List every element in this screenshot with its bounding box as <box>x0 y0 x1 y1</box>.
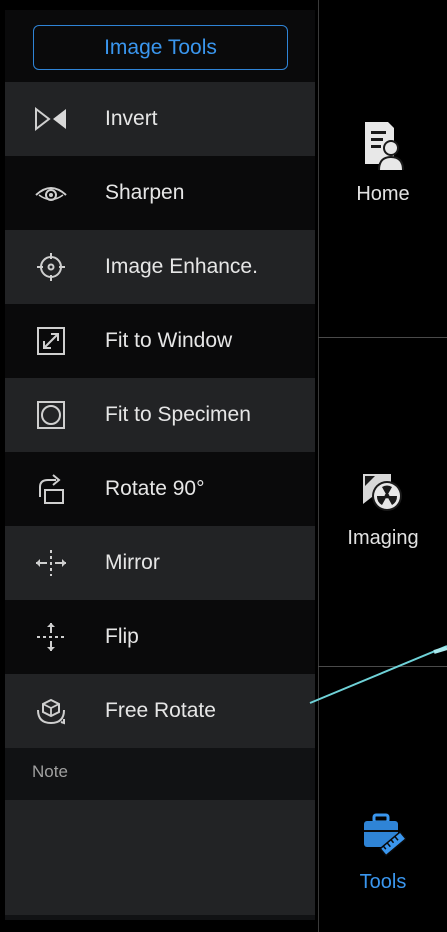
tool-image-enhance[interactable]: Image Enhance. <box>5 230 315 304</box>
invert-icon <box>33 101 69 137</box>
tool-label: Fit to Window <box>105 329 233 352</box>
tool-sharpen[interactable]: Sharpen <box>5 156 315 230</box>
nav-label: Tools <box>359 871 407 893</box>
tool-fit-to-specimen[interactable]: Fit to Specimen <box>5 378 315 452</box>
tool-invert[interactable]: Invert <box>5 82 315 156</box>
tool-label: Image Enhance. <box>105 255 258 278</box>
tool-label: Flip <box>105 625 139 648</box>
rotate-90-icon <box>33 471 69 507</box>
fit-specimen-icon <box>33 397 69 433</box>
tool-rotate-90[interactable]: Rotate 90° <box>5 452 315 526</box>
nav-tools[interactable]: Tools <box>319 812 447 894</box>
panel-header: Image Tools <box>5 10 315 82</box>
crosshair-icon <box>33 249 69 285</box>
radiation-imaging-icon <box>361 470 405 519</box>
tool-flip[interactable]: Flip <box>5 600 315 674</box>
note-textarea[interactable] <box>5 800 315 915</box>
image-tools-panel: Image Tools Invert Sharpen Image Enhance… <box>5 10 315 920</box>
eye-icon <box>33 175 69 211</box>
nav-separator <box>318 337 447 338</box>
expand-arrows-icon <box>33 323 69 359</box>
app-screen: Image Tools Invert Sharpen Image Enhance… <box>0 0 447 932</box>
nav-imaging[interactable]: Imaging <box>319 470 447 550</box>
image-tools-button[interactable]: Image Tools <box>33 25 288 70</box>
nav-separator <box>318 666 447 667</box>
toolbox-icon <box>360 812 407 863</box>
nav-label: Home <box>356 183 410 205</box>
flip-icon <box>33 619 69 655</box>
patient-record-icon <box>362 120 404 175</box>
tool-label: Mirror <box>105 551 160 574</box>
note-label: Note <box>32 762 68 781</box>
tool-label: Free Rotate <box>105 699 216 722</box>
tool-label: Sharpen <box>105 181 185 204</box>
tool-label: Fit to Specimen <box>105 403 251 426</box>
tool-label: Rotate 90° <box>105 477 205 500</box>
tool-fit-to-window[interactable]: Fit to Window <box>5 304 315 378</box>
free-rotate-icon <box>33 693 69 729</box>
mirror-icon <box>33 545 69 581</box>
tool-mirror[interactable]: Mirror <box>5 526 315 600</box>
tool-label: Invert <box>105 107 158 130</box>
tool-free-rotate[interactable]: Free Rotate <box>5 674 315 748</box>
nav-label: Imaging <box>347 527 419 549</box>
nav-home[interactable]: Home <box>319 120 447 206</box>
